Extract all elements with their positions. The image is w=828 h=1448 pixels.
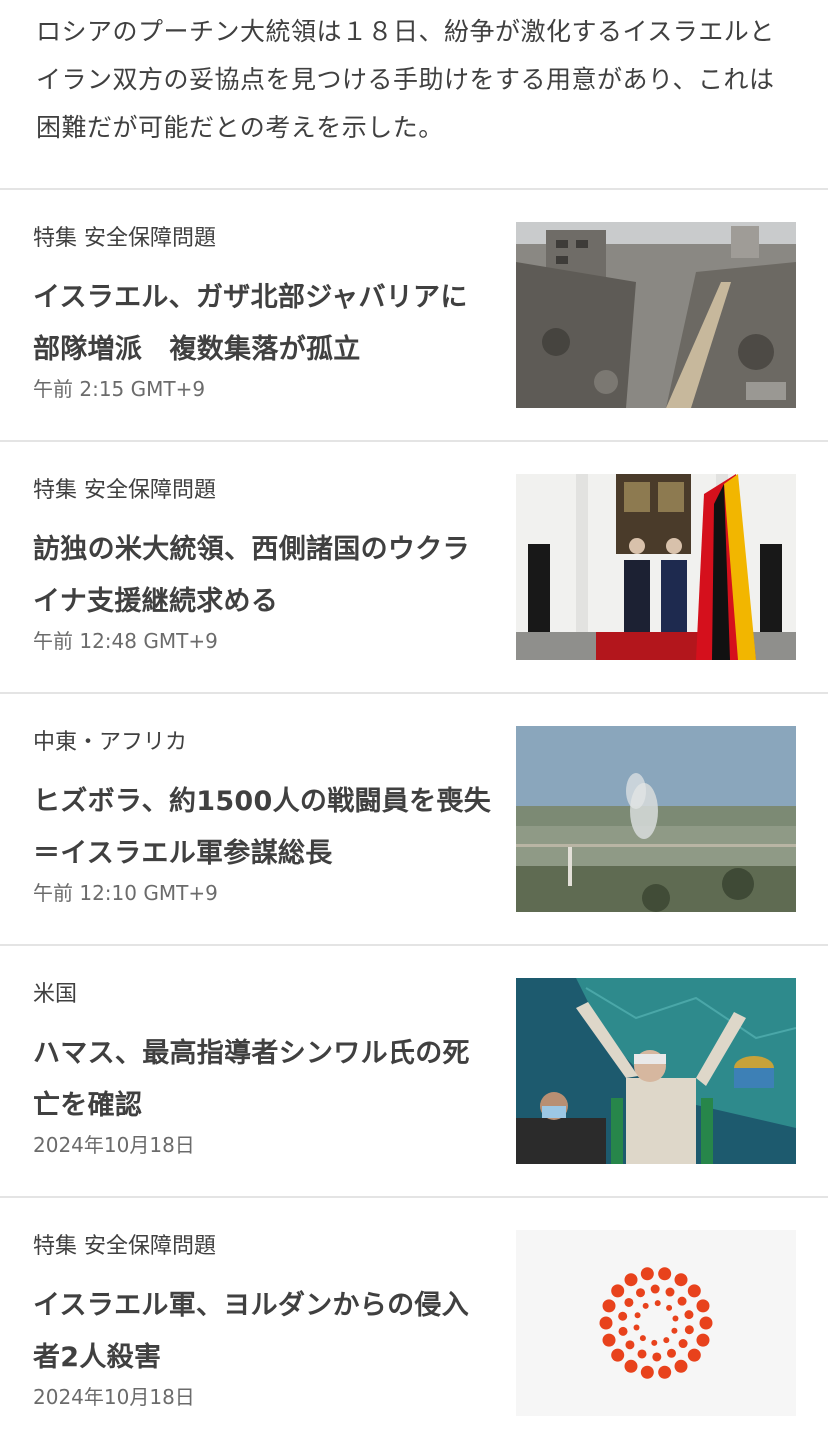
logo-dot: [666, 1304, 673, 1311]
logo-dot: [599, 1316, 613, 1330]
logo-dot: [602, 1333, 616, 1347]
article-text: 特集 安全保障問題 訪独の米大統領、西側諸国のウクライナ支援継続求める 午前 1…: [33, 476, 493, 656]
article-headline[interactable]: ハマス、最高指導者シンワル氏の死亡を確認: [33, 1028, 493, 1132]
article-text: 特集 安全保障問題 イスラエル軍、ヨルダンからの侵入者2人殺害 2024年10月…: [33, 1232, 493, 1412]
logo-dot: [654, 1300, 661, 1307]
article-category[interactable]: 特集 安全保障問題: [33, 1232, 493, 1262]
logo-dot: [624, 1273, 638, 1287]
logo-dot: [699, 1316, 713, 1330]
article-text: 米国 ハマス、最高指導者シンワル氏の死亡を確認 2024年10月18日: [33, 980, 493, 1160]
article-timestamp: 午前 12:48 GMT+9: [33, 629, 218, 653]
logo-dot: [640, 1365, 654, 1379]
article-card[interactable]: 特集 安全保障問題 訪独の米大統領、西側諸国のウクライナ支援継続求める 午前 1…: [0, 442, 828, 692]
logo-dot: [652, 1352, 662, 1362]
logo-dot: [618, 1326, 628, 1336]
article-timestamp: 2024年10月18日: [33, 1133, 195, 1157]
logo-dot: [636, 1288, 646, 1298]
logo-dot: [687, 1348, 701, 1362]
logo-dot: [687, 1284, 701, 1298]
logo-dot: [658, 1267, 672, 1281]
article-timestamp: 午前 2:15 GMT+9: [33, 377, 206, 401]
article-card[interactable]: 中東・アフリカ ヒズボラ、約1500人の戦闘員を喪失＝イスラエル軍参謀総長 午前…: [0, 694, 828, 944]
logo-dot: [674, 1359, 688, 1373]
logo-dot: [611, 1284, 625, 1298]
article-text: 特集 安全保障問題 イスラエル、ガザ北部ジャバリアに部隊増派 複数集落が孤立 午…: [33, 224, 493, 404]
lead-paragraph: ロシアのプーチン大統領は１８日、紛争が激化するイスラエルとイラン双方の妥協点を見…: [36, 17, 775, 142]
article-timestamp: 午前 12:10 GMT+9: [33, 881, 218, 905]
logo-dot: [684, 1325, 694, 1335]
logo-dot: [634, 1312, 641, 1319]
article-thumbnail-rubble[interactable]: [516, 222, 796, 408]
logo-dot: [640, 1267, 654, 1281]
logo-dot: [684, 1310, 694, 1320]
logo-dot: [663, 1337, 670, 1344]
logo-dot: [618, 1311, 628, 1321]
article-category[interactable]: 特集 安全保障問題: [33, 476, 493, 506]
article-headline[interactable]: ヒズボラ、約1500人の戦闘員を喪失＝イスラエル軍参謀総長: [33, 776, 493, 880]
logo-dot: [625, 1340, 635, 1350]
article-timestamp: 2024年10月18日: [33, 1385, 195, 1409]
article-headline[interactable]: 訪独の米大統領、西側諸国のウクライナ支援継続求める: [33, 524, 493, 628]
logo-dot: [658, 1365, 672, 1379]
logo-dot: [602, 1299, 616, 1313]
logo-dot: [671, 1327, 678, 1334]
article-headline[interactable]: イスラエル軍、ヨルダンからの侵入者2人殺害: [33, 1280, 493, 1384]
logo-dot: [624, 1297, 634, 1307]
logo-dot: [674, 1273, 688, 1287]
article-headline[interactable]: イスラエル、ガザ北部ジャバリアに部隊増派 複数集落が孤立: [33, 272, 493, 376]
logo-dot: [611, 1348, 625, 1362]
article-thumbnail-state-visit[interactable]: [516, 474, 796, 660]
logo-dot: [650, 1284, 660, 1294]
logo-dot: [696, 1299, 710, 1313]
article-card[interactable]: 特集 安全保障問題 イスラエル軍、ヨルダンからの侵入者2人殺害 2024年10月…: [0, 1198, 828, 1448]
article-thumbnail-placeholder[interactable]: [516, 1230, 796, 1416]
article-category[interactable]: 中東・アフリカ: [33, 728, 493, 758]
article-thumbnail-leader[interactable]: [516, 978, 796, 1164]
logo-dot: [672, 1315, 679, 1322]
article-category[interactable]: 特集 安全保障問題: [33, 224, 493, 254]
article-thumbnail-landscape[interactable]: [516, 726, 796, 912]
logo-dot: [677, 1296, 687, 1306]
logo-dot: [624, 1359, 638, 1373]
reuters-logo-icon: [599, 1267, 713, 1379]
article-text: 中東・アフリカ ヒズボラ、約1500人の戦闘員を喪失＝イスラエル軍参謀総長 午前…: [33, 728, 493, 908]
logo-dot: [651, 1339, 658, 1346]
article-card[interactable]: 米国 ハマス、最高指導者シンワル氏の死亡を確認 2024年10月18日: [0, 946, 828, 1196]
logo-dot: [665, 1287, 675, 1297]
logo-dot: [696, 1333, 710, 1347]
logo-dot: [678, 1339, 688, 1349]
article-category[interactable]: 米国: [33, 980, 493, 1010]
logo-dot: [666, 1348, 676, 1358]
logo-dot: [642, 1302, 649, 1309]
article-card[interactable]: 特集 安全保障問題 イスラエル、ガザ北部ジャバリアに部隊増派 複数集落が孤立 午…: [0, 190, 828, 440]
logo-dot: [639, 1335, 646, 1342]
logo-dot: [633, 1324, 640, 1331]
logo-dot: [637, 1349, 647, 1359]
